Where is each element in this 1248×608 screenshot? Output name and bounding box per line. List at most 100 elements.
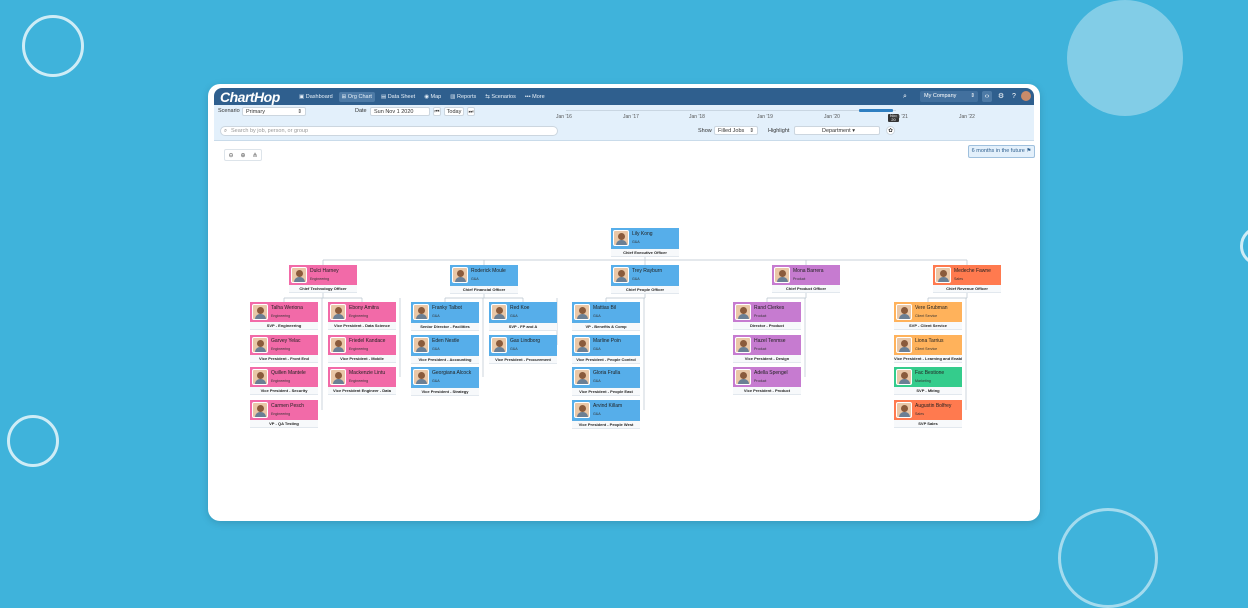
org-card[interactable]: Quillen Mantele Engineering Vice President…	[250, 367, 318, 395]
org-card[interactable]: Georgiana Alcock G&A Vice President - Stra…	[411, 367, 479, 396]
person-title: Vice President - Product	[733, 387, 801, 395]
org-card-header: Gas Lindborg G&A	[489, 335, 557, 355]
person-title: SVP - FP and A	[489, 322, 557, 331]
org-card[interactable]: Ebony Amitra Engineering Vice President - …	[328, 302, 396, 330]
person-title: SVP Sales	[894, 420, 962, 428]
app-window: ChartHop ▣ Dashboard ⊞ Org Chart ▤ Data …	[208, 84, 1040, 521]
person-title: Vice President - Accounting	[411, 355, 479, 364]
person-title: Vice President - Security	[250, 387, 318, 395]
person-department: Product	[754, 314, 767, 318]
person-avatar	[413, 304, 429, 320]
org-card-header: Lily Kong G&A	[611, 228, 679, 248]
person-title: VP - Benefits & Comp	[572, 322, 640, 331]
org-card-header: Augustin Bolfrey Sales	[894, 400, 962, 420]
org-card[interactable]: Roderick Moule G&A Chief Financial Officer	[450, 265, 518, 294]
person-avatar	[452, 267, 468, 283]
org-card-header: Garvey Yelac Engineering	[250, 335, 318, 355]
person-department: G&A	[593, 379, 601, 383]
person-name: Mackenzie Lintu	[349, 370, 386, 376]
org-card-header: Mona Barrera Product	[772, 265, 840, 285]
decorative-circle-top-right	[1067, 0, 1183, 116]
org-card-header: Mackenzie Lintu Engineering	[328, 367, 396, 387]
org-card[interactable]: Mackenzie Lintu Engineering Vice President…	[328, 367, 396, 395]
person-department: Client Service	[915, 347, 938, 351]
org-card[interactable]: Fac Bestione Marketing SVP - Mktng	[894, 367, 962, 395]
org-card[interactable]: Carmen Pesch Engineering VP - QA Testing	[250, 400, 318, 428]
person-department: Marketing	[915, 379, 931, 383]
person-department: Engineering	[310, 277, 330, 281]
person-name: Dulci Harney	[310, 268, 339, 274]
person-avatar	[613, 230, 629, 246]
person-department: Product	[793, 277, 806, 281]
person-avatar	[896, 337, 912, 353]
org-card[interactable]: Mona Barrera Product Chief Product Officer	[772, 265, 840, 293]
person-title: Chief Executive Officer	[611, 248, 679, 257]
org-card-header: Liona Tarrius Client Service	[894, 335, 962, 355]
person-name: Gas Lindborg	[510, 338, 541, 344]
org-card[interactable]: Dulci Harney Engineering Chief Technology …	[289, 265, 357, 293]
person-department: Engineering	[349, 379, 369, 383]
org-card[interactable]: Franky Talbot G&A Senior Director - Facili…	[411, 302, 479, 331]
org-card-header: Roderick Moule G&A	[450, 265, 518, 285]
org-card[interactable]: Lily Kong G&A Chief Executive Officer	[611, 228, 679, 257]
org-card[interactable]: Hazel Tenmse Product Vice President - Desi…	[733, 335, 801, 363]
person-avatar	[330, 369, 346, 385]
org-card[interactable]: Adella Spengel Product Vice President - Pr…	[733, 367, 801, 395]
person-department: G&A	[432, 314, 440, 318]
person-name: Roderick Moule	[471, 268, 506, 274]
person-name: Augustin Bolfrey	[915, 403, 952, 409]
org-card[interactable]: Talha Weriona Engineering SVP - Engineerin…	[250, 302, 318, 330]
person-department: Engineering	[271, 379, 291, 383]
person-avatar	[613, 267, 629, 283]
person-avatar	[774, 267, 790, 283]
person-title: Chief Technology Officer	[289, 285, 357, 293]
person-title: Vice President - Strategy	[411, 387, 479, 396]
org-card[interactable]: Liona Tarrius Client Service Vice Presiden…	[894, 335, 962, 363]
person-avatar	[330, 337, 346, 353]
person-name: Carmen Pesch	[271, 403, 305, 409]
person-title: Chief People Officer	[611, 285, 679, 294]
person-department: Sales	[915, 412, 924, 416]
org-card[interactable]: Friedel Kandace Engineering Vice President…	[328, 335, 396, 363]
org-card[interactable]: Gas Lindborg G&A Vice President - Procurem…	[489, 335, 557, 364]
org-card[interactable]: Rand Clerkes Product Director - Product	[733, 302, 801, 330]
person-department: G&A	[593, 314, 601, 318]
org-card[interactable]: Vere Grubman Client Service SVP - Client S…	[894, 302, 962, 330]
org-card[interactable]: Garvey Yelac Engineering Vice President - …	[250, 335, 318, 363]
org-card[interactable]: Arvind Killam G&A Vice President - People …	[572, 400, 640, 429]
person-avatar	[252, 369, 268, 385]
person-title: Vice President - Procurement	[489, 355, 557, 364]
org-card[interactable]: Red Koe G&A SVP - FP and A	[489, 302, 557, 331]
org-card-header: Ebony Amitra Engineering	[328, 302, 396, 322]
person-title: Chief Product Officer	[772, 285, 840, 293]
org-card[interactable]: Mattias Bil G&A VP - Benefits & Comp	[572, 302, 640, 331]
person-name: Lily Kong	[632, 231, 653, 237]
person-title: Vice President - People West	[572, 420, 640, 429]
person-name: Adella Spengel	[754, 370, 788, 376]
org-card-header: Trey Rayburn G&A	[611, 265, 679, 285]
org-card-header: Talha Weriona Engineering	[250, 302, 318, 322]
person-department: Client Service	[915, 314, 938, 318]
person-department: Engineering	[271, 412, 291, 416]
org-card[interactable]: Trey Rayburn G&A Chief People Officer	[611, 265, 679, 294]
person-avatar	[574, 337, 590, 353]
org-card[interactable]: Gloria Frulla G&A Vice President - People …	[572, 367, 640, 396]
person-name: Mona Barrera	[793, 268, 824, 274]
person-title: Senior Director - Facilities	[411, 322, 479, 331]
person-name: Hazel Tenmse	[754, 338, 786, 344]
person-avatar	[896, 402, 912, 418]
org-card[interactable]: Eden Nestle G&A Vice President - Accountin…	[411, 335, 479, 364]
person-title: Director - Product	[733, 322, 801, 330]
person-name: Arvind Killam	[593, 403, 623, 409]
person-avatar	[574, 304, 590, 320]
person-name: Garvey Yelac	[271, 338, 301, 344]
org-card[interactable]: Marline Poin G&A Vice President - People C…	[572, 335, 640, 364]
person-name: Franky Talbot	[432, 305, 462, 311]
org-card[interactable]: Medeche Fawne Sales Chief Revenue Officer	[933, 265, 1001, 293]
org-card[interactable]: Augustin Bolfrey Sales SVP Sales	[894, 400, 962, 428]
org-card-header: Dulci Harney Engineering	[289, 265, 357, 285]
org-card-header: Marline Poin G&A	[572, 335, 640, 355]
person-avatar	[252, 402, 268, 418]
person-department: G&A	[432, 347, 440, 351]
person-title: Vice President Engineer - Data	[328, 387, 396, 395]
